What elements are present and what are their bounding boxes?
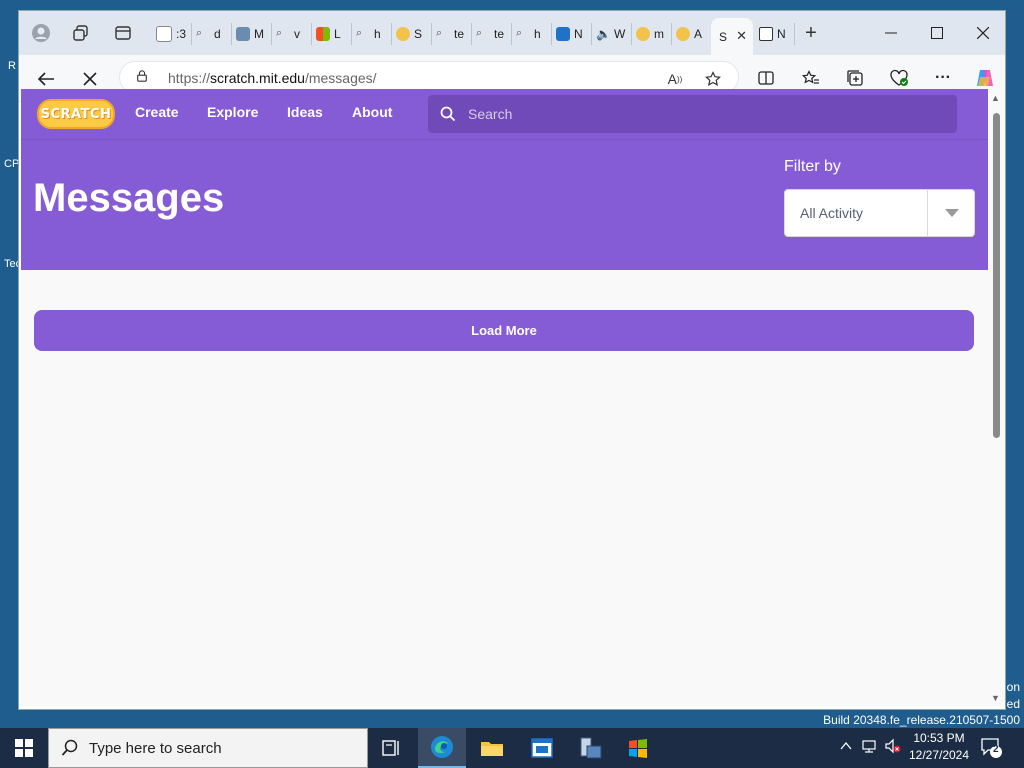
close-tab-icon[interactable]: ✕ bbox=[736, 28, 747, 44]
search-icon bbox=[440, 106, 456, 122]
taskbar-search-placeholder: Type here to search bbox=[89, 740, 222, 757]
desktop-icon-label: R bbox=[8, 60, 16, 72]
favorites-icon[interactable] bbox=[797, 65, 825, 91]
nav-about-link[interactable]: About bbox=[352, 104, 392, 120]
new-tab-icon[interactable]: + bbox=[799, 21, 823, 45]
browser-tab[interactable]: :3 bbox=[152, 23, 192, 45]
search-input[interactable]: Search bbox=[428, 95, 957, 133]
scratch-navbar: SCRATCH Create Explore Ideas About Searc… bbox=[21, 89, 988, 140]
filter-label: Filter by bbox=[784, 158, 841, 175]
page-viewport: SCRATCH Create Explore Ideas About Searc… bbox=[21, 89, 988, 706]
notification-count: 2 bbox=[993, 744, 999, 755]
browser-tab-active[interactable]: S ✕ bbox=[711, 18, 753, 55]
filter-select[interactable]: All Activity bbox=[784, 189, 975, 237]
browser-tab[interactable]: m bbox=[632, 23, 672, 45]
clock-date: 12/27/2024 bbox=[908, 748, 970, 762]
browser-tab[interactable]: N bbox=[552, 23, 592, 45]
search-icon: ⌕ bbox=[476, 27, 483, 39]
edge-taskbar-icon[interactable] bbox=[418, 728, 466, 768]
copilot-icon[interactable] bbox=[971, 65, 999, 91]
browser-tab[interactable]: A bbox=[672, 23, 712, 45]
network-icon[interactable] bbox=[862, 738, 878, 757]
scratch-icon bbox=[636, 27, 650, 41]
search-icon: ⌕ bbox=[356, 27, 363, 39]
browser-tab[interactable]: 🔈 W bbox=[592, 23, 632, 45]
split-screen-icon[interactable] bbox=[752, 65, 780, 91]
clock[interactable]: 10:53 PM 12/27/2024 bbox=[906, 730, 972, 764]
minimize-icon[interactable] bbox=[871, 21, 911, 45]
search-placeholder: Search bbox=[468, 106, 513, 122]
browser-tab[interactable]: ⌕ te bbox=[432, 23, 472, 45]
image-icon bbox=[236, 27, 250, 41]
watermark-line: on bbox=[1006, 680, 1020, 694]
collections-icon[interactable] bbox=[841, 65, 869, 91]
browser-tab[interactable]: S bbox=[392, 23, 432, 45]
load-more-button[interactable]: Load More bbox=[34, 310, 974, 351]
scratch-icon bbox=[396, 27, 410, 41]
speaker-icon: 🔈 bbox=[596, 27, 611, 41]
browser-tab[interactable]: ⌕ h bbox=[512, 23, 552, 45]
scrollbar-thumb[interactable] bbox=[993, 113, 1000, 438]
windows-start-icon[interactable] bbox=[0, 728, 48, 768]
browser-tab[interactable]: N bbox=[755, 23, 795, 45]
lock-icon[interactable] bbox=[136, 70, 148, 82]
page-title: Messages bbox=[33, 176, 225, 220]
tab-strip: :3 ⌕ d M ⌕ v L ⌕ h S ⌕ te ⌕ te ⌕ h N 🔈 W m A S ✕… bbox=[19, 11, 1005, 55]
more-options-icon[interactable]: ··· bbox=[929, 65, 957, 91]
search-icon: ⌕ bbox=[436, 27, 443, 39]
workspaces-icon[interactable] bbox=[69, 21, 93, 45]
browser-window: :3 ⌕ d M ⌕ v L ⌕ h S ⌕ te ⌕ te ⌕ h N 🔈 W m A S ✕… bbox=[18, 10, 1006, 710]
close-window-icon[interactable] bbox=[963, 21, 1003, 45]
task-view-icon[interactable] bbox=[368, 728, 416, 768]
clock-time: 10:53 PM bbox=[913, 731, 965, 745]
browser-tab[interactable]: L bbox=[312, 23, 352, 45]
volume-muted-icon[interactable] bbox=[884, 738, 902, 757]
maximize-icon[interactable] bbox=[917, 21, 957, 45]
search-icon: ⌕ bbox=[516, 27, 523, 39]
scroll-up-icon[interactable]: ▲ bbox=[991, 93, 1000, 103]
browser-tab[interactable]: ⌕ h bbox=[352, 23, 392, 45]
microsoft-icon bbox=[316, 27, 330, 41]
messages-header: Messages Filter by All Activity bbox=[21, 140, 988, 270]
scratch-icon bbox=[676, 27, 690, 41]
app-window-icon[interactable] bbox=[518, 728, 566, 768]
taskbar: Type here to search 10:53 PM 12/27/2024 … bbox=[0, 728, 1024, 768]
scroll-down-icon[interactable]: ▼ bbox=[991, 693, 1000, 703]
vertical-tabs-icon[interactable] bbox=[111, 21, 135, 45]
vertical-scrollbar[interactable]: ▲ ▼ bbox=[988, 89, 1005, 706]
caret-down-icon[interactable] bbox=[927, 190, 975, 236]
chevron-up-icon[interactable] bbox=[840, 738, 852, 754]
search-icon: ⌕ bbox=[276, 27, 283, 39]
notification-center-icon[interactable]: 2 bbox=[980, 736, 1006, 760]
read-aloud-icon[interactable]: A)) bbox=[664, 68, 686, 90]
watermark-line: ed bbox=[1006, 697, 1020, 711]
browser-tab[interactable]: ⌕ v bbox=[272, 23, 312, 45]
page-icon bbox=[156, 26, 172, 42]
nav-ideas-link[interactable]: Ideas bbox=[287, 104, 323, 120]
desktop-icon-label: CP bbox=[4, 158, 20, 170]
build-watermark: Build 20348.fe_release.210507-1500 bbox=[823, 713, 1020, 727]
scratch-logo[interactable]: SCRATCH bbox=[37, 99, 115, 129]
browser-tab[interactable]: ⌕ d bbox=[192, 23, 232, 45]
calendar-icon bbox=[759, 27, 773, 41]
browser-tab[interactable]: M bbox=[232, 23, 272, 45]
search-icon bbox=[61, 739, 78, 756]
windows-app-icon[interactable] bbox=[614, 728, 662, 768]
file-explorer-icon[interactable] bbox=[468, 728, 516, 768]
browser-tab[interactable]: ⌕ te bbox=[472, 23, 512, 45]
favorite-star-icon[interactable] bbox=[702, 68, 724, 90]
nav-create-link[interactable]: Create bbox=[135, 104, 179, 120]
server-manager-icon[interactable] bbox=[566, 728, 614, 768]
outlook-icon bbox=[556, 27, 570, 41]
profile-icon[interactable] bbox=[29, 21, 53, 45]
nav-explore-link[interactable]: Explore bbox=[207, 104, 258, 120]
url-text[interactable]: https://scratch.mit.edu/messages/ bbox=[168, 70, 377, 86]
filter-selected-value: All Activity bbox=[800, 205, 864, 221]
search-icon: ⌕ bbox=[196, 27, 203, 39]
taskbar-search-box[interactable]: Type here to search bbox=[48, 728, 368, 768]
browser-essentials-icon[interactable] bbox=[885, 65, 913, 91]
